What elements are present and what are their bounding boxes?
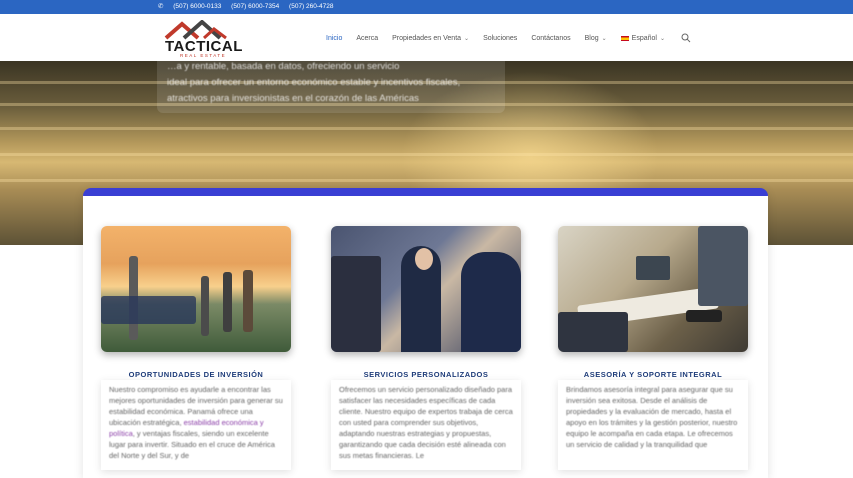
phone-icon: ✆ [158,3,164,10]
card-title: OPORTUNIDADES DE INVERSIÓN [128,370,264,379]
tablet [686,310,722,322]
nav-item-contactanos[interactable]: Contáctanos [531,35,570,42]
chevron-down-icon: ⌄ [659,35,665,42]
water-ripple [0,153,853,156]
card-image-advisory [558,226,748,352]
card-title: ASESORÍA Y SOPORTE INTEGRAL [583,370,723,379]
laptop-screen [636,256,670,280]
language-switcher[interactable]: Español ⌄ [620,34,665,42]
nav-item-acerca[interactable]: Acerca [356,35,378,42]
person-figure [331,256,381,352]
face [415,248,433,270]
nav-label: Acerca [356,34,379,42]
card-text-body: , y ventajas fiscales, siendo un excelen… [109,429,275,460]
search-icon[interactable] [681,33,691,43]
nav-label: Blog [584,34,599,42]
phone-number[interactable]: (507) 6000-7354 [231,3,279,10]
card-text: Ofrecemos un servicio personalizado dise… [331,380,521,470]
card-title: SERVICIOS PERSONALIZADOS [363,370,489,379]
nav-label: Inicio [326,34,343,42]
nav-item-blog[interactable]: Blog ⌄ [585,35,607,42]
person-figure [201,276,209,336]
phone-list: ✆ (507) 6000-0133 (507) 6000-7354 (507) … [158,2,342,10]
person-figure [461,252,521,352]
person-figure [243,270,253,332]
card-text: Brindamos asesoría integral para asegura… [558,380,748,470]
card-image-solar-farm [101,226,291,352]
water-ripple [0,179,853,182]
phone-number[interactable]: (507) 260-4728 [289,3,333,10]
nav-item-soluciones[interactable]: Soluciones [483,35,517,42]
card-image-meeting [331,226,521,352]
top-contact-bar: ✆ (507) 6000-0133 (507) 6000-7354 (507) … [0,0,853,14]
service-card-personalized: SERVICIOS PERSONALIZADOS Ofrecemos un se… [331,226,521,470]
water-ripple [0,127,853,130]
main-nav: Inicio Acerca Propiedades en Venta ⌄ Solu… [326,33,691,43]
nav-label: Propiedades en Venta [392,34,462,42]
nav-label: Contáctanos [531,34,571,42]
site-logo[interactable]: TACTICAL REAL ESTATE [164,20,242,58]
hero-caption-line: atractivos para inversionistas en el cor… [167,93,419,104]
service-card-advisory: ASESORÍA Y SOPORTE INTEGRAL Brindamos as… [558,226,748,470]
person-figure [698,226,748,306]
chevron-down-icon: ⌄ [464,35,470,42]
chevron-down-icon: ⌄ [601,35,607,42]
language-label: Español [631,34,657,42]
service-card-investment: OPORTUNIDADES DE INVERSIÓN Nuestro compr… [101,226,291,470]
hero-caption: …a y rentable, basada en datos, ofrecien… [157,61,505,113]
nav-label: Soluciones [483,34,518,42]
person-arm [558,312,628,352]
hero-caption-line: ideal para ofrecer un entorno económico … [167,77,461,88]
solar-panels [101,296,196,324]
card-text: Nuestro compromiso es ayudarle a encontr… [101,380,291,470]
phone-number[interactable]: (507) 6000-0133 [173,3,221,10]
person-figure [223,272,232,332]
nav-item-inicio[interactable]: Inicio [326,35,342,42]
card-text-body: Ofrecemos un servicio personalizado dise… [339,385,513,460]
logo-tagline: REAL ESTATE [180,53,227,58]
spain-flag-icon [620,35,629,41]
card-text-body: Brindamos asesoría integral para asegura… [566,385,738,449]
nav-item-propiedades[interactable]: Propiedades en Venta ⌄ [392,35,469,42]
site-header: TACTICAL REAL ESTATE Inicio Acerca Propi… [0,14,853,61]
hero-caption-line: …a y rentable, basada en datos, ofrecien… [167,61,400,72]
house-roof-icon [164,20,227,40]
